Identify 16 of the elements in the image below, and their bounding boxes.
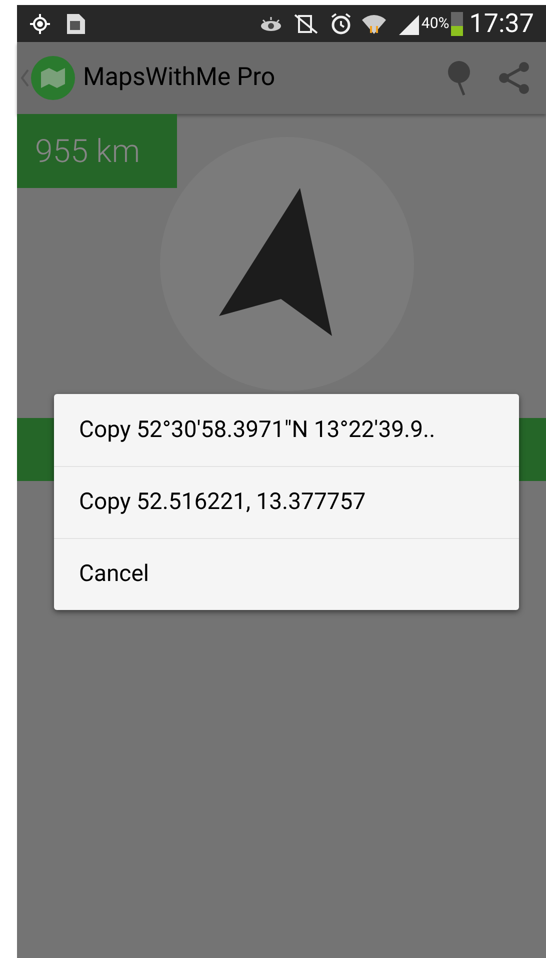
signal-icon bbox=[397, 12, 420, 34]
gps-icon bbox=[29, 12, 51, 34]
share-icon bbox=[498, 61, 530, 95]
sim-card-icon bbox=[65, 12, 87, 36]
clock-time: 17:37 bbox=[469, 10, 534, 36]
direction-arrow-icon bbox=[217, 186, 335, 338]
dialog-menu-item[interactable]: Copy 52.516221, 13.377757 bbox=[54, 466, 519, 538]
battery-percent: 40% bbox=[421, 13, 450, 34]
alarm-clock-icon bbox=[329, 12, 354, 36]
dialog-menu-item[interactable]: Cancel bbox=[54, 538, 519, 610]
app-title: MapsWithMe Pro bbox=[83, 62, 276, 94]
dialog-menu-item[interactable]: Copy 52°30′58.3971″N 13°22′39.9.. bbox=[54, 394, 519, 466]
map-logo-icon bbox=[31, 56, 75, 100]
battery-icon bbox=[451, 12, 464, 36]
distance-label: 955 km bbox=[17, 114, 177, 188]
eye-icon bbox=[259, 16, 284, 32]
